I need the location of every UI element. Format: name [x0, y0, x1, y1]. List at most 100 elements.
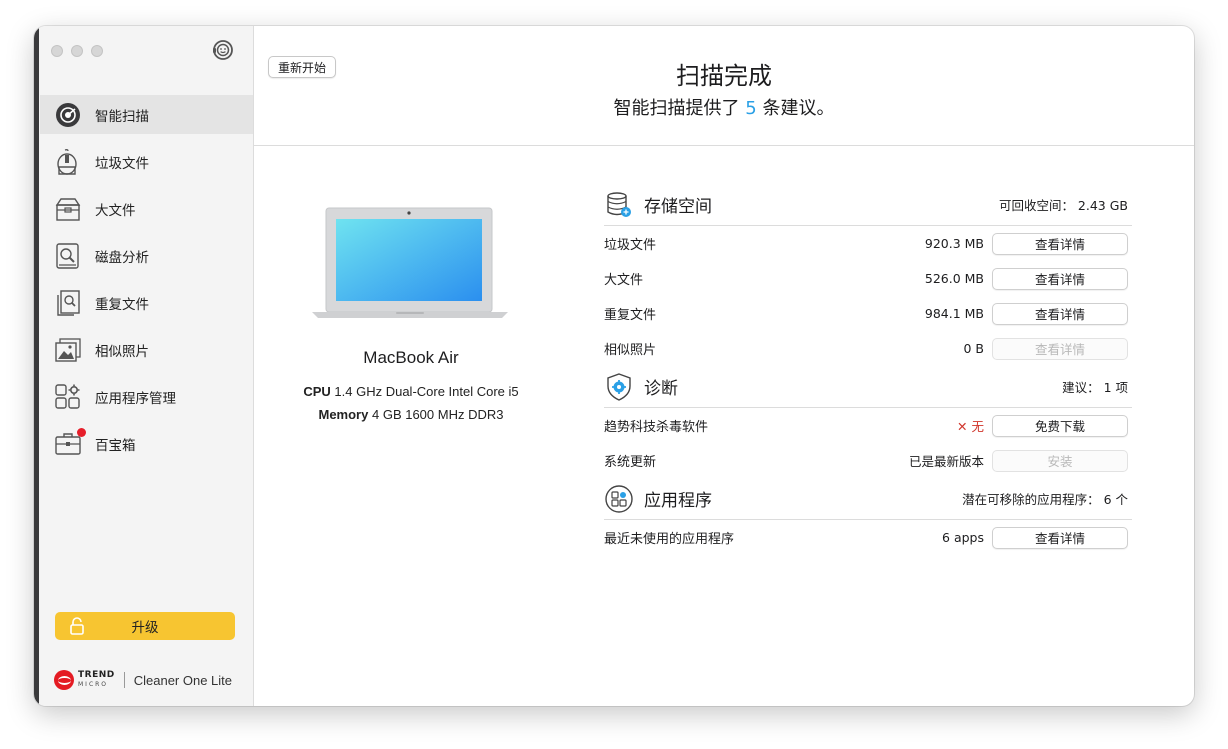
free-download-button[interactable]: 免费下载 [992, 414, 1128, 437]
notification-badge [77, 427, 86, 437]
sidebar-item-label: 重复文件 [95, 296, 149, 313]
page-title: 扫描完成 [676, 62, 772, 90]
subtitle-suffix: 条建议。 [762, 98, 835, 119]
sidebar: 智能扫描 垃圾文件 大文件 磁盘分析 重复文件 相似照片 应用程序管理 百宝箱 … [34, 26, 254, 706]
row-value: 已是最新版本 [908, 454, 984, 469]
company-name-line2: MICRO [78, 681, 109, 688]
row-value: 984.1 MB [924, 306, 984, 321]
storage-database-icon [607, 191, 631, 217]
sidebar-item-similar-photos[interactable]: 相似照片 [40, 330, 253, 369]
upgrade-label: 升级 [131, 620, 159, 636]
sidebar-item-big-files[interactable]: 大文件 [40, 189, 253, 228]
diagnosis-title: 诊断 [644, 379, 678, 399]
zoom-window-button[interactable] [91, 45, 103, 57]
sidebar-item-label: 大文件 [95, 202, 136, 219]
row-label: 系统更新 [604, 455, 657, 470]
company-logo-text: TREND MICRO [78, 671, 115, 689]
apps-grid-icon [605, 484, 633, 513]
apps-section-header: 应用程序 潜在可移除的应用程序： 6 个 [604, 478, 1132, 520]
sidebar-item-toolbox[interactable]: 百宝箱 [40, 424, 253, 463]
view-details-button[interactable]: 查看详情 [992, 232, 1128, 255]
cpu-spec: CPU 1.4 GHz Dual-Core Intel Core i5 [294, 384, 528, 399]
storage-title: 存储空间 [644, 197, 712, 217]
scan-result-header: 重新开始 扫描完成 智能扫描提供了 5 条建议。 [254, 26, 1194, 146]
toolbox-icon [54, 427, 86, 458]
disk-analysis-icon [54, 242, 82, 270]
reclaimable-space: 可回收空间： 2.43 GB [998, 198, 1128, 213]
diagnosis-row-system-update: 系统更新 已是最新版本 安装 [604, 443, 1132, 478]
apps-row-unused: 最近未使用的应用程序 6 apps 查看详情 [604, 520, 1132, 555]
storage-section-header: 存储空间 可回收空间： 2.43 GB [604, 184, 1132, 226]
sidebar-item-label: 磁盘分析 [95, 249, 149, 266]
row-label: 趋势科技杀毒软件 [604, 420, 709, 435]
sidebar-item-smart-scan[interactable]: 智能扫描 [40, 95, 253, 134]
sidebar-item-junk-files[interactable]: 垃圾文件 [40, 142, 253, 181]
sidebar-nav: 智能扫描 垃圾文件 大文件 磁盘分析 重复文件 相似照片 应用程序管理 百宝箱 [40, 95, 253, 471]
sidebar-item-label: 相似照片 [95, 343, 149, 360]
view-details-button[interactable]: 查看详情 [992, 267, 1128, 290]
view-details-button[interactable]: 查看详情 [992, 526, 1128, 549]
results-panel: 存储空间 可回收空间： 2.43 GB 垃圾文件 920.3 MB 查看详情 大… [604, 184, 1132, 555]
unlock-icon [70, 617, 84, 635]
storage-row-similar-photos: 相似照片 0 B 查看详情 [604, 331, 1132, 366]
window-controls [51, 45, 103, 57]
smart-scan-icon [54, 101, 82, 129]
junk-files-icon [54, 148, 82, 176]
sidebar-item-app-manager[interactable]: 应用程序管理 [40, 377, 253, 416]
removable-apps-count: 潜在可移除的应用程序： 6 个 [962, 492, 1128, 507]
app-manager-icon [54, 383, 82, 411]
similar-photos-icon [54, 336, 82, 364]
memory-value: 4 GB 1600 MHz DDR3 [371, 407, 504, 422]
shield-gear-icon [607, 372, 631, 401]
laptop-image [312, 207, 508, 318]
brand-footer: TREND MICRO Cleaner One Lite [54, 669, 232, 691]
brand-divider [123, 672, 125, 688]
sidebar-item-label: 应用程序管理 [95, 390, 176, 407]
main-content: 重新开始 扫描完成 智能扫描提供了 5 条建议。 MacBook Air CPU… [254, 26, 1194, 706]
close-window-button[interactable] [51, 45, 63, 57]
row-value: 526.0 MB [924, 271, 984, 286]
row-label: 重复文件 [604, 308, 657, 323]
apps-title: 应用程序 [644, 491, 712, 511]
diagnosis-section-header: 诊断 建议： 1 项 [604, 366, 1132, 408]
page-subtitle: 智能扫描提供了 5 条建议。 [254, 94, 1194, 120]
row-label: 垃圾文件 [604, 238, 657, 253]
storage-row-duplicates: 重复文件 984.1 MB 查看详情 [604, 296, 1132, 331]
storage-row-junk: 垃圾文件 920.3 MB 查看详情 [604, 226, 1132, 261]
big-files-icon [54, 195, 82, 223]
app-window: 智能扫描 垃圾文件 大文件 磁盘分析 重复文件 相似照片 应用程序管理 百宝箱 … [34, 26, 1194, 706]
upgrade-button[interactable]: 升级 [55, 612, 235, 640]
sidebar-item-disk-analysis[interactable]: 磁盘分析 [40, 236, 253, 275]
subtitle-prefix: 智能扫描提供了 [613, 98, 740, 119]
trend-micro-logo-icon [54, 670, 74, 690]
minimize-window-button[interactable] [71, 45, 83, 57]
diagnosis-suggestions: 建议： 1 项 [1062, 380, 1128, 395]
row-value-missing: ✕ 无 [957, 419, 984, 434]
install-button-disabled: 安装 [992, 449, 1128, 472]
storage-row-big-files: 大文件 526.0 MB 查看详情 [604, 261, 1132, 296]
sidebar-item-label: 智能扫描 [95, 108, 149, 125]
view-details-button-disabled: 查看详情 [992, 337, 1128, 360]
view-details-button[interactable]: 查看详情 [992, 302, 1128, 325]
sidebar-item-duplicate-files[interactable]: 重复文件 [40, 283, 253, 322]
row-label: 大文件 [604, 273, 644, 288]
row-label: 最近未使用的应用程序 [604, 532, 735, 547]
sidebar-item-label: 垃圾文件 [95, 155, 149, 172]
company-name-line1: TREND [78, 670, 115, 680]
duplicate-files-icon [54, 289, 82, 317]
sidebar-item-label: 百宝箱 [95, 437, 136, 454]
row-value: 0 B [963, 341, 984, 356]
row-value: 6 apps [942, 530, 984, 545]
row-label: 相似照片 [604, 343, 657, 358]
support-icon[interactable] [211, 38, 235, 62]
window-edge [34, 26, 39, 706]
memory-label: Memory [318, 407, 369, 422]
device-name: MacBook Air [363, 348, 459, 367]
diagnosis-row-antivirus: 趋势科技杀毒软件 ✕ 无 免费下载 [604, 408, 1132, 443]
row-value: 920.3 MB [924, 236, 984, 251]
cpu-value: 1.4 GHz Dual-Core Intel Core i5 [334, 384, 519, 399]
cpu-label: CPU [303, 384, 331, 399]
memory-spec: Memory 4 GB 1600 MHz DDR3 [294, 407, 528, 422]
suggestion-count: 5 [745, 98, 757, 119]
product-name: Cleaner One Lite [133, 672, 233, 688]
